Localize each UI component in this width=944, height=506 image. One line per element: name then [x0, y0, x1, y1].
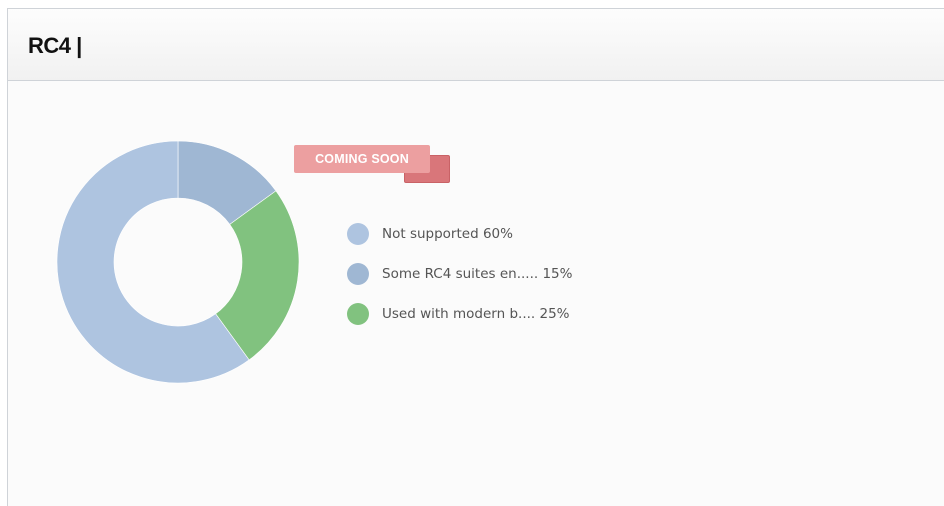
legend-swatch-some-rc4	[347, 263, 369, 285]
legend-item-modern[interactable]: Used with modern b.... 25%	[347, 294, 572, 334]
legend-label-modern: Used with modern b.... 25%	[382, 306, 570, 322]
legend-item-some-rc4[interactable]: Some RC4 suites en..... 15%	[347, 254, 572, 294]
legend-item-not-supported[interactable]: Not supported 60%	[347, 214, 572, 254]
coming-soon-badge: COMING SOON	[294, 145, 450, 185]
chart-legend: Not supported 60% Some RC4 suites en....…	[347, 214, 572, 334]
legend-swatch-modern	[347, 303, 369, 325]
coming-soon-label: COMING SOON	[294, 145, 430, 173]
legend-label-not-supported: Not supported 60%	[382, 226, 513, 242]
legend-label-some-rc4: Some RC4 suites en..... 15%	[382, 266, 573, 282]
legend-swatch-not-supported	[347, 223, 369, 245]
